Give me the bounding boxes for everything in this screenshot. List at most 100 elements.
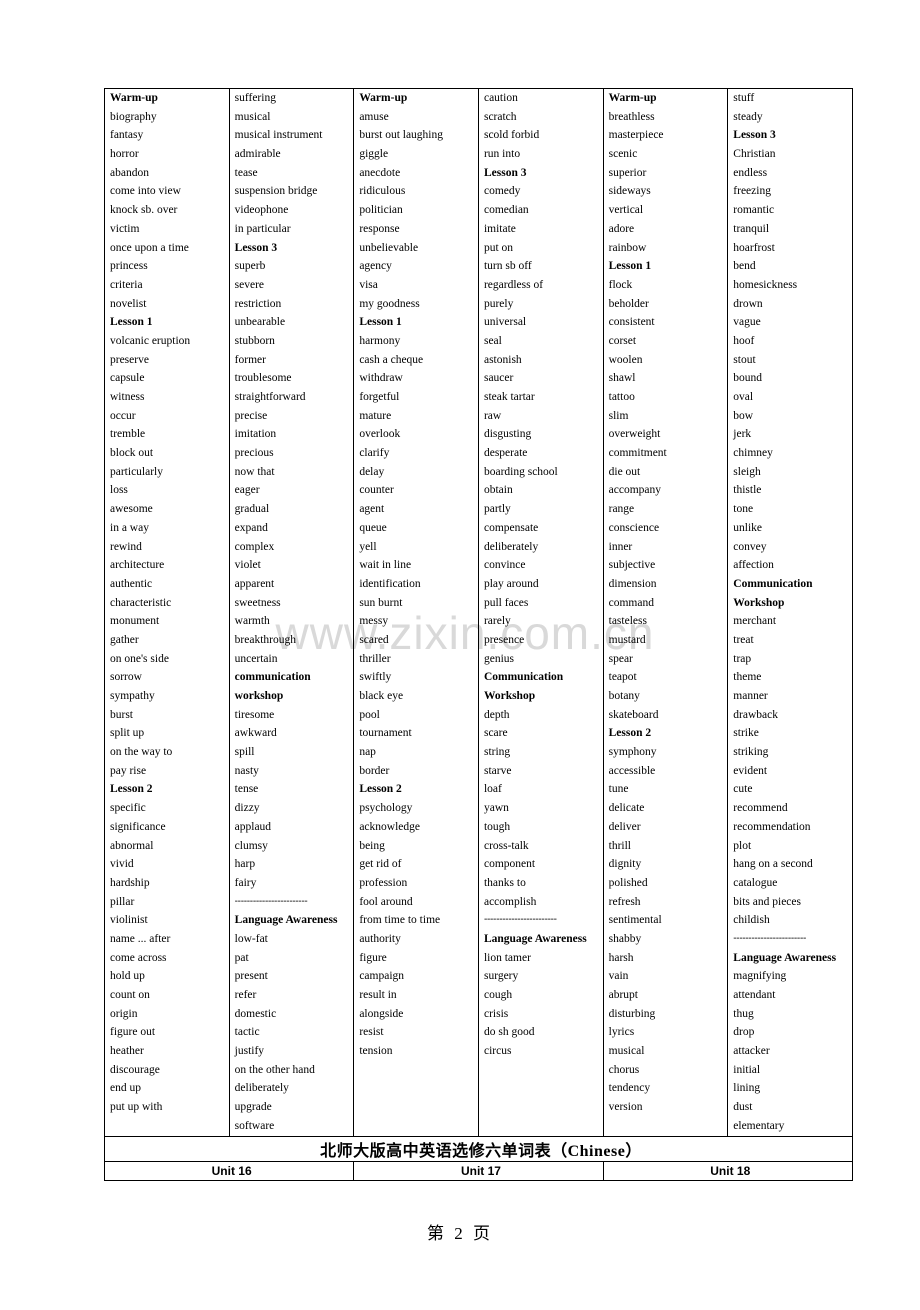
word-item: ridiculous (359, 185, 406, 198)
word-item: tasteless (608, 615, 647, 628)
word-item: genius (483, 652, 514, 665)
word-item: inner (608, 540, 633, 553)
word-item: unbelievable (359, 241, 419, 254)
word-item: convince (483, 559, 526, 572)
word-item: architecture (110, 559, 165, 572)
word-item: occur (110, 409, 136, 422)
word-item: on the way to (110, 746, 173, 759)
word-item: musical instrument (234, 129, 323, 142)
word-item: spill (234, 746, 255, 759)
word-item: admirable (234, 148, 281, 161)
word-item: videophone (234, 204, 289, 217)
word-item: spear (608, 652, 633, 665)
word-item: name ... after (110, 932, 171, 945)
word-item: vague (733, 316, 761, 329)
word-item: put on (483, 241, 514, 254)
word-item: disgusting (483, 428, 532, 441)
word-item: swiftly (359, 671, 392, 684)
word-item: tactic (234, 1026, 260, 1039)
word-item: border (359, 764, 390, 777)
word-item: lining (733, 1082, 761, 1095)
word-item: hoof (733, 334, 755, 347)
word-item: abrupt (608, 989, 639, 1001)
word-item: pillar (110, 895, 135, 908)
unit-header-18: Unit 18 (602, 1160, 853, 1181)
word-columns-row: Warm-up biography fantasy horror abandon come… (104, 88, 853, 1137)
word-item: drawback (733, 708, 778, 721)
word-item: symphony (608, 746, 657, 759)
column-unit17-col2: caution scratch scold forbid run into Lesson… (477, 88, 604, 1137)
word-item: obtain (483, 484, 513, 497)
word-item: imitation (234, 428, 277, 441)
word-item: response (359, 222, 400, 235)
word-item: delay (359, 465, 385, 478)
word-item: skateboard (608, 708, 659, 721)
word-item: strike (733, 727, 759, 740)
word-item: affection (733, 559, 774, 572)
word-item: uncertain (234, 652, 278, 665)
word-item: capsule (110, 372, 145, 385)
word-item: justify (234, 1045, 265, 1058)
word-item: command (608, 596, 654, 609)
word-list: Warm-up breathless masterpiece scenic superi… (609, 89, 728, 1117)
word-list: suffering musical musical instrument admira… (235, 89, 354, 1136)
word-item: biography (110, 110, 157, 123)
word-item: sympathy (110, 690, 155, 702)
word-item: commitment (608, 447, 667, 460)
word-item: come into view (110, 185, 181, 198)
word-item: restriction (234, 297, 282, 310)
word-item: dizzy (234, 802, 260, 815)
word-item: Warm-up (608, 92, 657, 104)
table-title-cell: 北师大版高中英语选修六单词表（Chinese） (104, 1135, 853, 1162)
word-item: counter (359, 484, 394, 497)
column-unit16-col1: Warm-up biography fantasy horror abandon come… (104, 88, 230, 1137)
word-item: hoarfrost (733, 241, 775, 254)
word-item: tendency (608, 1082, 651, 1095)
word-item: string (483, 746, 511, 759)
word-item: forgetful (359, 391, 400, 403)
word-item: regardless of (483, 278, 544, 291)
word-item: oval (733, 391, 754, 403)
word-item: horror (110, 148, 139, 161)
word-item: stuff (733, 92, 755, 104)
word-item: raw (483, 409, 502, 422)
word-item: saucer (483, 372, 514, 385)
word-item: desperate (483, 447, 528, 460)
word-item: Language Awareness (483, 932, 587, 945)
word-item: caution (483, 92, 518, 104)
word-item: campaign (359, 970, 405, 983)
word-item: particularly (110, 465, 164, 478)
word-item: domestic (234, 1007, 277, 1020)
word-item: seal (483, 334, 502, 347)
vocabulary-table: Warm-up biography fantasy horror abandon come… (103, 88, 853, 1181)
word-item: vivid (110, 858, 134, 871)
word-item: Communication (483, 671, 564, 684)
word-item: severe (234, 278, 265, 291)
word-item: refer (234, 989, 257, 1001)
word-item: upgrade (234, 1101, 272, 1114)
word-item: Lesson 2 (359, 783, 402, 796)
word-item: loss (110, 484, 128, 497)
unit-label: Unit 16 (211, 1163, 252, 1178)
word-item: suffering (234, 92, 276, 104)
word-item: breakthrough (234, 633, 296, 646)
word-item: presence (483, 633, 525, 646)
word-item: from time to time (359, 914, 441, 927)
word-item: straightforward (234, 391, 306, 403)
word-item: comedy (483, 185, 521, 198)
word-item: thistle (733, 484, 762, 497)
word-item: sleigh (733, 465, 761, 478)
word-item: authority (359, 932, 401, 945)
word-item: in particular (234, 222, 291, 235)
word-item: warmth (234, 615, 270, 628)
word-item: attendant (733, 989, 776, 1001)
word-item: Language Awareness (234, 914, 338, 927)
word-item: consistent (608, 316, 655, 329)
word-item: gather (110, 633, 139, 646)
word-item: applaud (234, 820, 272, 833)
word-item: boarding school (483, 465, 558, 478)
word-item: monument (110, 615, 160, 628)
word-item: discourage (110, 1063, 160, 1076)
word-item: thriller (359, 652, 391, 665)
word-item: novelist (110, 297, 147, 310)
